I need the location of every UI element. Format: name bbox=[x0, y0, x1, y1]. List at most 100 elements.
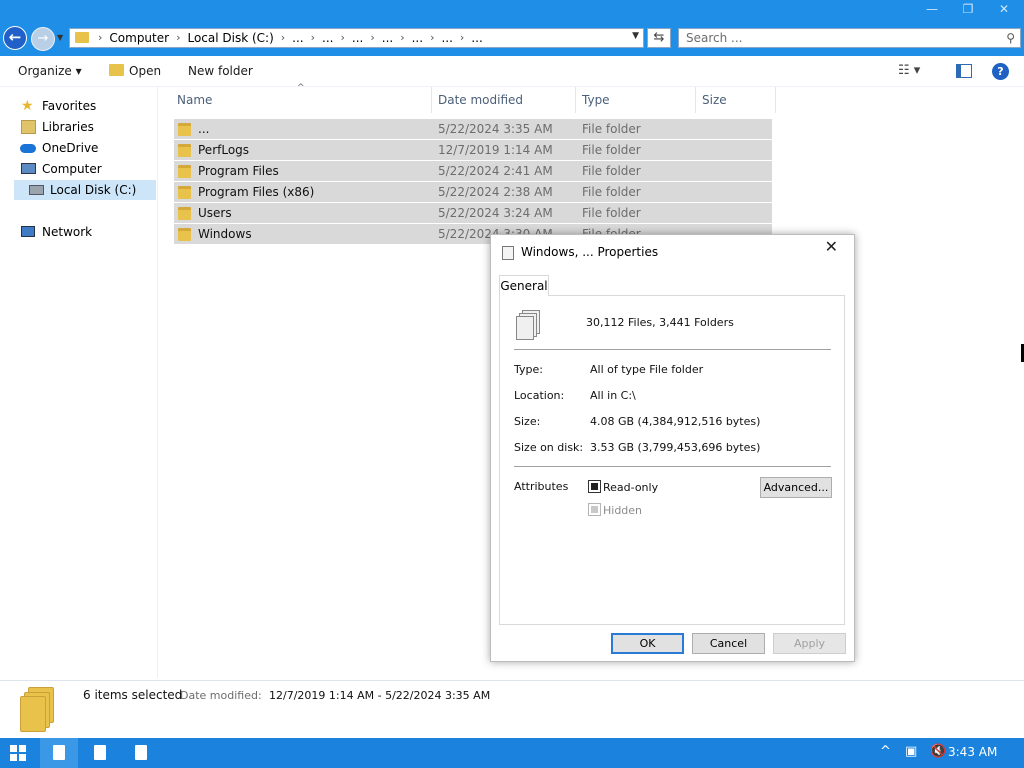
taskbar-document-icon[interactable] bbox=[94, 745, 106, 760]
taskbar-clock[interactable]: 3:43 AM bbox=[948, 745, 997, 759]
file-date: 5/22/2024 2:38 AM bbox=[438, 185, 553, 199]
file-name: PerfLogs bbox=[198, 143, 250, 157]
column-header-date-modified[interactable]: Date modified bbox=[431, 87, 576, 113]
back-button[interactable]: ← bbox=[3, 26, 27, 50]
organize-button[interactable]: Organize ▾ bbox=[18, 64, 82, 78]
ok-button[interactable]: OK bbox=[611, 633, 684, 654]
new-folder-button[interactable]: New folder bbox=[188, 64, 253, 78]
address-separator[interactable]: › bbox=[455, 29, 469, 47]
nav-label: Favorites bbox=[42, 99, 97, 113]
address-separator[interactable]: › bbox=[93, 29, 107, 47]
file-type: File folder bbox=[582, 122, 641, 136]
address-bar[interactable]: › Computer › Local Disk (C:) ›... ›... ›... ›..… bbox=[69, 28, 644, 48]
folder-icon bbox=[178, 144, 191, 157]
search-input[interactable]: Search ... ⚲ bbox=[678, 28, 1021, 48]
details-pane: 6 items selected Date modified: 12/7/201… bbox=[0, 680, 1024, 738]
breadcrumb-segment[interactable]: ... bbox=[410, 29, 425, 47]
navigation-pane: ★ Favorites Libraries OneDrive Computer … bbox=[0, 87, 158, 678]
address-dropdown-icon[interactable]: ▼ bbox=[632, 31, 639, 41]
search-icon[interactable]: ⚲ bbox=[1006, 29, 1015, 47]
drive-icon bbox=[29, 185, 44, 195]
open-button[interactable]: Open bbox=[109, 64, 161, 78]
file-date: 5/22/2024 3:24 AM bbox=[438, 206, 553, 220]
file-name: Users bbox=[198, 206, 232, 220]
nav-item-network[interactable]: Network bbox=[0, 222, 157, 242]
tab-general[interactable]: General bbox=[499, 275, 549, 296]
breadcrumb-segment[interactable]: ... bbox=[350, 29, 365, 47]
recent-locations-dropdown-icon[interactable]: ▼ bbox=[57, 33, 67, 43]
file-row[interactable]: PerfLogs 12/7/2019 1:14 AM File folder bbox=[174, 140, 772, 160]
folder-icon bbox=[178, 123, 191, 136]
apply-button[interactable]: Apply bbox=[773, 633, 846, 654]
nav-label: Network bbox=[42, 225, 93, 239]
start-button[interactable] bbox=[10, 745, 26, 761]
file-date: 5/22/2024 3:35 AM bbox=[438, 122, 553, 136]
properties-dialog: Windows, ... Properties ✕ General 30,112… bbox=[490, 234, 855, 662]
breadcrumb-segment[interactable]: ... bbox=[380, 29, 395, 47]
size-label: Size: bbox=[514, 415, 541, 428]
column-header-size[interactable]: Size bbox=[695, 87, 776, 113]
breadcrumb-segment[interactable]: ... bbox=[439, 29, 454, 47]
size-on-disk-value: 3.53 GB (3,799,453,696 bytes) bbox=[590, 441, 761, 454]
file-row[interactable]: Program Files 5/22/2024 2:41 AM File fol… bbox=[174, 161, 772, 181]
nav-item-libraries[interactable]: Libraries bbox=[0, 117, 157, 137]
file-row[interactable]: Users 5/22/2024 3:24 AM File folder bbox=[174, 203, 772, 223]
minimize-button[interactable]: — bbox=[922, 2, 942, 16]
address-separator[interactable]: › bbox=[171, 29, 185, 47]
nav-label: Local Disk (C:) bbox=[50, 183, 137, 197]
taskbar-document-icon[interactable] bbox=[135, 745, 147, 760]
help-icon[interactable]: ? bbox=[992, 63, 1009, 80]
address-separator[interactable]: › bbox=[335, 29, 349, 47]
nav-label: Libraries bbox=[42, 120, 94, 134]
refresh-button[interactable]: ⇆ bbox=[647, 28, 671, 48]
file-row[interactable]: ... 5/22/2024 3:35 AM File folder bbox=[174, 119, 772, 139]
maximize-button[interactable]: ❐ bbox=[958, 2, 978, 16]
file-type: File folder bbox=[582, 164, 641, 178]
close-window-button[interactable]: ✕ bbox=[994, 2, 1014, 16]
date-modified-range: 12/7/2019 1:14 AM - 5/22/2024 3:35 AM bbox=[269, 689, 491, 702]
nav-item-onedrive[interactable]: OneDrive bbox=[0, 138, 157, 158]
network-status-icon[interactable]: ▣ bbox=[905, 744, 917, 759]
file-name: Windows bbox=[198, 227, 252, 241]
hidden-label: Hidden bbox=[603, 504, 643, 517]
volume-muted-icon[interactable]: 🔇 bbox=[930, 744, 946, 759]
nav-label: Computer bbox=[42, 162, 102, 176]
file-date: 5/22/2024 2:41 AM bbox=[438, 164, 553, 178]
folder-icon bbox=[178, 186, 191, 199]
address-separator[interactable]: › bbox=[365, 29, 379, 47]
read-only-label: Read-only bbox=[603, 481, 659, 494]
nav-item-favorites[interactable]: ★ Favorites bbox=[0, 96, 157, 116]
nav-item-computer[interactable]: Computer bbox=[0, 159, 157, 179]
selection-count: 6 items selected bbox=[83, 688, 183, 702]
taskbar: ^ ▣ 🔇 3:43 AM bbox=[0, 738, 1024, 768]
libraries-icon bbox=[21, 120, 36, 134]
folder-icon bbox=[178, 228, 191, 241]
breadcrumb-segment[interactable]: ... bbox=[469, 29, 484, 47]
breadcrumb-segment[interactable]: ... bbox=[320, 29, 335, 47]
address-separator[interactable]: › bbox=[276, 29, 290, 47]
address-separator[interactable]: › bbox=[395, 29, 409, 47]
cancel-button[interactable]: Cancel bbox=[692, 633, 765, 654]
location-value: All in C:\ bbox=[590, 389, 636, 402]
file-row[interactable]: Program Files (x86) 5/22/2024 2:38 AM Fi… bbox=[174, 182, 772, 202]
file-type: File folder bbox=[582, 143, 641, 157]
taskbar-app-active[interactable] bbox=[40, 738, 78, 768]
preview-pane-icon[interactable] bbox=[956, 64, 972, 78]
breadcrumb-local-disk[interactable]: Local Disk (C:) bbox=[185, 29, 275, 47]
address-separator[interactable]: › bbox=[306, 29, 320, 47]
address-separator[interactable]: › bbox=[425, 29, 439, 47]
tray-chevron-icon[interactable]: ^ bbox=[880, 744, 891, 759]
change-view-icon[interactable]: ☷ ▾ bbox=[898, 63, 920, 78]
nav-item-local-disk[interactable]: Local Disk (C:) bbox=[14, 180, 156, 200]
file-name: Program Files bbox=[198, 164, 279, 178]
dialog-close-button[interactable]: ✕ bbox=[825, 237, 838, 256]
advanced-button[interactable]: Advanced... bbox=[760, 477, 832, 498]
forward-button[interactable]: → bbox=[31, 27, 55, 51]
location-label: Location: bbox=[514, 389, 565, 402]
read-only-checkbox[interactable] bbox=[588, 480, 601, 493]
breadcrumb-segment[interactable]: ... bbox=[290, 29, 305, 47]
network-icon bbox=[21, 226, 35, 237]
hidden-checkbox[interactable] bbox=[588, 503, 601, 516]
breadcrumb-computer[interactable]: Computer bbox=[107, 29, 171, 47]
column-header-type[interactable]: Type bbox=[575, 87, 696, 113]
